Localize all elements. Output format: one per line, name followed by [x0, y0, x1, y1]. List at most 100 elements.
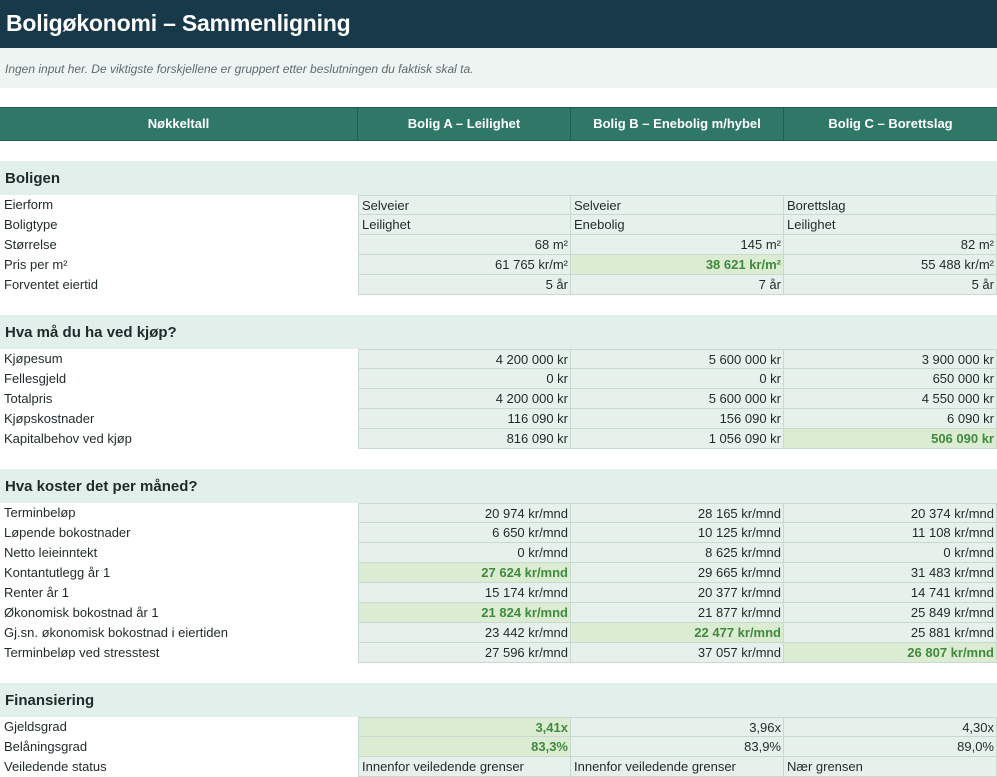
- value-cell-bolig-b[interactable]: 5 600 000 kr: [571, 389, 784, 409]
- value-cell-bolig-c[interactable]: 25 881 kr/mnd: [784, 623, 997, 643]
- column-header-bolig-a[interactable]: Bolig A – Leilighet: [358, 108, 571, 140]
- row-label[interactable]: Terminbeløp ved stresstest: [0, 643, 358, 663]
- value-cell-bolig-a[interactable]: 0 kr: [358, 369, 571, 389]
- value-cell-bolig-b[interactable]: 28 165 kr/mnd: [571, 503, 784, 523]
- value-cell-bolig-a[interactable]: 21 824 kr/mnd: [358, 603, 571, 623]
- value-cell-bolig-c[interactable]: 20 374 kr/mnd: [784, 503, 997, 523]
- row-label[interactable]: Boligtype: [0, 215, 358, 235]
- row-label[interactable]: Kjøpesum: [0, 349, 358, 369]
- value-cell-bolig-a[interactable]: 0 kr/mnd: [358, 543, 571, 563]
- value-cell-bolig-a[interactable]: 83,3%: [358, 737, 571, 757]
- value-cell-bolig-c[interactable]: Nær grensen: [784, 757, 997, 777]
- value-cell-bolig-b[interactable]: 3,96x: [571, 717, 784, 737]
- column-header-bolig-c[interactable]: Bolig C – Borettslag: [784, 108, 997, 140]
- column-header-row: Nøkkeltall Bolig A – Leilighet Bolig B –…: [0, 107, 997, 141]
- value-cell-bolig-b[interactable]: 5 600 000 kr: [571, 349, 784, 369]
- value-cell-bolig-b[interactable]: 38 621 kr/m²: [571, 255, 784, 275]
- table-row: Renter år 1 15 174 kr/mnd 20 377 kr/mnd 14 …: [0, 583, 997, 603]
- value-cell-bolig-c[interactable]: 31 483 kr/mnd: [784, 563, 997, 583]
- value-cell-bolig-a[interactable]: Selveier: [358, 195, 571, 215]
- value-cell-bolig-c[interactable]: 26 807 kr/mnd: [784, 643, 997, 663]
- page-title: Boligøkonomi – Sammenligning: [6, 10, 351, 36]
- row-label[interactable]: Veiledende status: [0, 757, 358, 777]
- row-label[interactable]: Pris per m²: [0, 255, 358, 275]
- row-label[interactable]: Forventet eiertid: [0, 275, 358, 295]
- value-cell-bolig-a[interactable]: 15 174 kr/mnd: [358, 583, 571, 603]
- value-cell-bolig-a[interactable]: 27 624 kr/mnd: [358, 563, 571, 583]
- value-cell-bolig-a[interactable]: 5 år: [358, 275, 571, 295]
- value-cell-bolig-c[interactable]: 506 090 kr: [784, 429, 997, 449]
- row-label[interactable]: Fellesgjeld: [0, 369, 358, 389]
- section-title: Boligen: [5, 170, 60, 187]
- value-cell-bolig-b[interactable]: 10 125 kr/mnd: [571, 523, 784, 543]
- row-label[interactable]: Totalpris: [0, 389, 358, 409]
- column-header-nokkeltall[interactable]: Nøkkeltall: [0, 108, 358, 140]
- value-cell-bolig-b[interactable]: 7 år: [571, 275, 784, 295]
- row-label[interactable]: Gj.sn. økonomisk bokostnad i eiertiden: [0, 623, 358, 643]
- row-label[interactable]: Kjøpskostnader: [0, 409, 358, 429]
- value-cell-bolig-c[interactable]: 0 kr/mnd: [784, 543, 997, 563]
- value-cell-bolig-c[interactable]: Borettslag: [784, 195, 997, 215]
- table-row: Fellesgjeld 0 kr 0 kr 650 000 kr: [0, 369, 997, 389]
- value-cell-bolig-b[interactable]: 83,9%: [571, 737, 784, 757]
- value-cell-bolig-c[interactable]: 25 849 kr/mnd: [784, 603, 997, 623]
- row-label[interactable]: Løpende bokostnader: [0, 523, 358, 543]
- value-cell-bolig-c[interactable]: 89,0%: [784, 737, 997, 757]
- value-cell-bolig-c[interactable]: 650 000 kr: [784, 369, 997, 389]
- value-cell-bolig-b[interactable]: Selveier: [571, 195, 784, 215]
- row-label[interactable]: Økonomisk bokostnad år 1: [0, 603, 358, 623]
- table-row: Veiledende status Innenfor veiledende gre…: [0, 757, 997, 777]
- value-cell-bolig-c[interactable]: 14 741 kr/mnd: [784, 583, 997, 603]
- row-label[interactable]: Kontantutlegg år 1: [0, 563, 358, 583]
- value-cell-bolig-a[interactable]: 6 650 kr/mnd: [358, 523, 571, 543]
- value-cell-bolig-b[interactable]: Innenfor veiledende grenser: [571, 757, 784, 777]
- row-label[interactable]: Størrelse: [0, 235, 358, 255]
- value-cell-bolig-c[interactable]: 6 090 kr: [784, 409, 997, 429]
- value-cell-bolig-a[interactable]: 4 200 000 kr: [358, 349, 571, 369]
- value-cell-bolig-b[interactable]: Enebolig: [571, 215, 784, 235]
- value-cell-bolig-a[interactable]: 20 974 kr/mnd: [358, 503, 571, 523]
- row-label[interactable]: Gjeldsgrad: [0, 717, 358, 737]
- value-cell-bolig-c[interactable]: 5 år: [784, 275, 997, 295]
- value-cell-bolig-c[interactable]: 82 m²: [784, 235, 997, 255]
- value-cell-bolig-c[interactable]: 4 550 000 kr: [784, 389, 997, 409]
- row-label[interactable]: Netto leieinntekt: [0, 543, 358, 563]
- value-cell-bolig-a[interactable]: 23 442 kr/mnd: [358, 623, 571, 643]
- value-cell-bolig-c[interactable]: 55 488 kr/m²: [784, 255, 997, 275]
- row-label[interactable]: Kapitalbehov ved kjøp: [0, 429, 358, 449]
- value-cell-bolig-b[interactable]: 1 056 090 kr: [571, 429, 784, 449]
- value-cell-bolig-c[interactable]: 11 108 kr/mnd: [784, 523, 997, 543]
- row-label[interactable]: Belåningsgrad: [0, 737, 358, 757]
- table-row: Boligtype Leilighet Enebolig Leilighet: [0, 215, 997, 235]
- value-cell-bolig-a[interactable]: 816 090 kr: [358, 429, 571, 449]
- value-cell-bolig-b[interactable]: 8 625 kr/mnd: [571, 543, 784, 563]
- value-cell-bolig-b[interactable]: 29 665 kr/mnd: [571, 563, 784, 583]
- column-header-bolig-b[interactable]: Bolig B – Enebolig m/hybel: [571, 108, 784, 140]
- value-cell-bolig-b[interactable]: 156 090 kr: [571, 409, 784, 429]
- value-cell-bolig-a[interactable]: 27 596 kr/mnd: [358, 643, 571, 663]
- value-cell-bolig-a[interactable]: 61 765 kr/m²: [358, 255, 571, 275]
- row-label[interactable]: Eierform: [0, 195, 358, 215]
- value-cell-bolig-a[interactable]: 3,41x: [358, 717, 571, 737]
- value-cell-bolig-b[interactable]: 21 877 kr/mnd: [571, 603, 784, 623]
- section-title: Hva må du ha ved kjøp?: [5, 324, 177, 341]
- table-row: Gjeldsgrad 3,41x 3,96x 4,30x: [0, 717, 997, 737]
- table-row: Løpende bokostnader 6 650 kr/mnd 10 125 kr…: [0, 523, 997, 543]
- value-cell-bolig-a[interactable]: 4 200 000 kr: [358, 389, 571, 409]
- value-cell-bolig-a[interactable]: Leilighet: [358, 215, 571, 235]
- value-cell-bolig-a[interactable]: 116 090 kr: [358, 409, 571, 429]
- value-cell-bolig-a[interactable]: Innenfor veiledende grenser: [358, 757, 571, 777]
- row-label[interactable]: Renter år 1: [0, 583, 358, 603]
- value-cell-bolig-b[interactable]: 37 057 kr/mnd: [571, 643, 784, 663]
- table-row: Totalpris 4 200 000 kr 5 600 000 kr 4 550 0…: [0, 389, 997, 409]
- value-cell-bolig-c[interactable]: 3 900 000 kr: [784, 349, 997, 369]
- table-row: Størrelse 68 m² 145 m² 82 m²: [0, 235, 997, 255]
- value-cell-bolig-b[interactable]: 0 kr: [571, 369, 784, 389]
- value-cell-bolig-c[interactable]: Leilighet: [784, 215, 997, 235]
- value-cell-bolig-a[interactable]: 68 m²: [358, 235, 571, 255]
- value-cell-bolig-b[interactable]: 145 m²: [571, 235, 784, 255]
- value-cell-bolig-b[interactable]: 20 377 kr/mnd: [571, 583, 784, 603]
- value-cell-bolig-b[interactable]: 22 477 kr/mnd: [571, 623, 784, 643]
- row-label[interactable]: Terminbeløp: [0, 503, 358, 523]
- value-cell-bolig-c[interactable]: 4,30x: [784, 717, 997, 737]
